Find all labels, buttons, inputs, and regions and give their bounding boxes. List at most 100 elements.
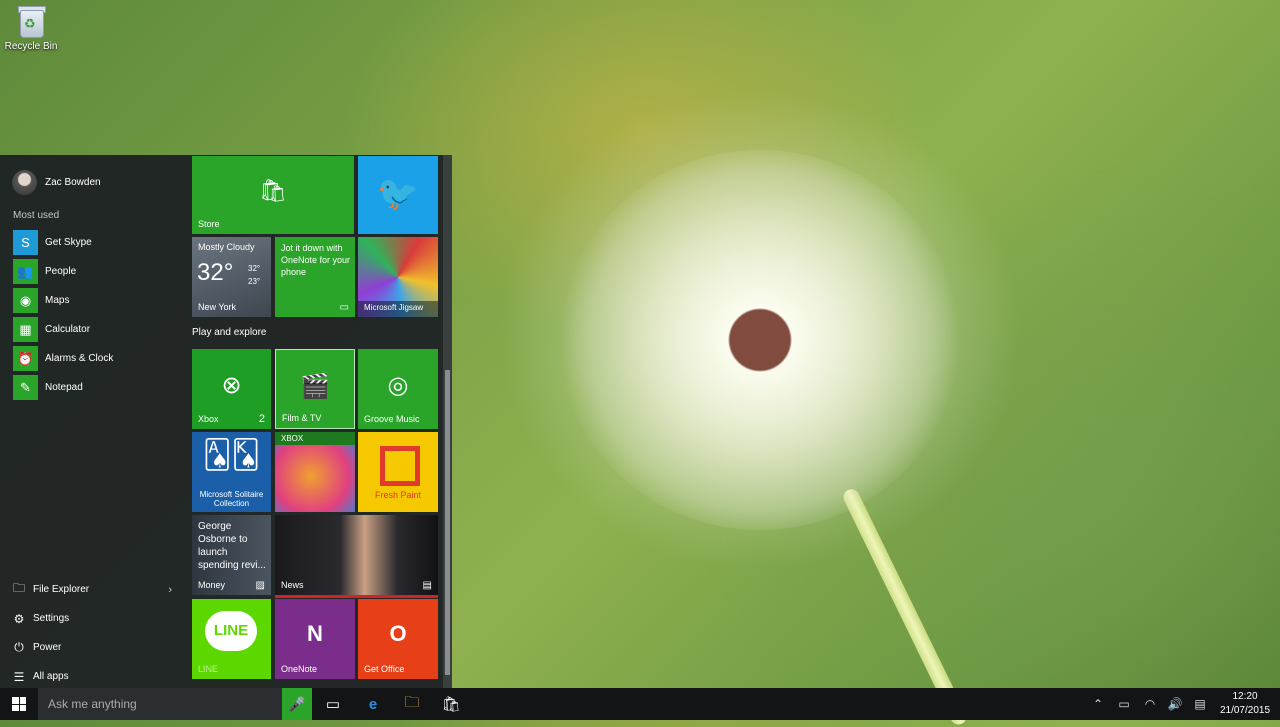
user-account[interactable]: Zac Bowden <box>12 170 101 195</box>
tile-jigsaw[interactable]: Microsoft Jigsaw <box>358 237 438 317</box>
wifi-icon[interactable]: ◠ <box>1137 688 1163 720</box>
file-explorer-label: File Explorer <box>33 584 90 595</box>
task-view-icon[interactable]: ▭ <box>314 688 352 720</box>
tile-onenote[interactable]: N OneNote <box>275 599 355 679</box>
app-label: Alarms & Clock <box>45 353 114 364</box>
app-notepad[interactable]: ✎ Notepad <box>13 373 113 402</box>
clock-date: 21/07/2015 <box>1219 705 1271 716</box>
store-icon[interactable]: 🛍 <box>432 688 470 720</box>
groove-disc-icon: ◎ <box>387 372 409 399</box>
chart-icon: ▨ <box>255 580 265 591</box>
notifications-icon[interactable]: ▤ <box>1187 688 1213 720</box>
store-bag-icon: 🛍 <box>259 178 287 203</box>
all-apps-button[interactable]: ☰ All apps <box>12 662 172 691</box>
tile-store[interactable]: 🛍 Store <box>192 156 354 234</box>
app-label: Notepad <box>45 382 83 393</box>
clock-time: 12:20 <box>1232 691 1258 702</box>
search-placeholder: Ask me anything <box>48 697 137 711</box>
weather-condition: Mostly Cloudy <box>198 242 255 252</box>
alarm-clock-icon: ⏰ <box>13 346 38 371</box>
tile-label: Money <box>198 580 226 590</box>
app-alarms-clock[interactable]: ⏰ Alarms & Clock <box>13 344 113 373</box>
scrollbar-thumb[interactable] <box>445 370 450 675</box>
file-explorer-button[interactable]: 🗀 File Explorer › <box>12 575 172 604</box>
tile-label: Fresh Paint <box>374 490 422 500</box>
tile-weather[interactable]: Mostly Cloudy 32° 32° 23° New York <box>192 237 271 317</box>
tile-label: Groove Music <box>364 414 420 424</box>
file-explorer-icon[interactable]: 🗀 <box>393 688 431 720</box>
tile-news[interactable]: News ▤ <box>275 515 438 598</box>
tile-film-tv[interactable]: 🎬 Film & TV <box>275 349 355 429</box>
tile-game-dragon[interactable]: XBOX <box>275 432 355 512</box>
tile-line[interactable]: LINE LINE <box>192 599 271 679</box>
tile-onenote-promo[interactable]: Jot it down with OneNote for your phone … <box>275 237 355 317</box>
all-apps-label: All apps <box>33 671 69 682</box>
dandelion-head <box>560 150 960 530</box>
settings-label: Settings <box>33 613 70 624</box>
start-button[interactable] <box>0 688 38 720</box>
tile-label: Get Office <box>364 664 405 674</box>
search-box[interactable]: Ask me anything <box>38 688 282 720</box>
recycle-bin-icon[interactable]: ♻ Recycle Bin <box>4 4 58 52</box>
recycle-bin-label: Recycle Bin <box>4 41 58 52</box>
power-label: Power <box>33 642 62 653</box>
tile-label: News <box>281 580 304 590</box>
people-icon: 👥 <box>13 259 38 284</box>
volume-icon[interactable]: 🔊 <box>1162 688 1188 720</box>
tile-twitter[interactable]: 🐦 <box>358 156 438 234</box>
tile-fresh-paint[interactable]: Fresh Paint <box>358 432 438 512</box>
notepad-icon: ✎ <box>13 375 38 400</box>
tile-label: LINE <box>198 664 219 674</box>
start-scrollbar[interactable] <box>443 155 452 688</box>
calculator-icon: ▦ <box>13 317 38 342</box>
weather-low: 23° <box>248 277 261 286</box>
app-people[interactable]: 👥 People <box>13 257 113 286</box>
tile-get-office[interactable]: O Get Office <box>358 599 438 679</box>
group-heading: Play and explore <box>192 327 267 338</box>
tile-label: Film & TV <box>282 413 322 423</box>
chevron-up-icon[interactable]: ⌃ <box>1085 688 1111 720</box>
most-used-heading: Most used <box>13 210 60 221</box>
app-label: Get Skype <box>45 237 92 248</box>
twitter-bird-icon: 🐦 <box>376 175 420 213</box>
battery-icon[interactable]: ▭ <box>1111 688 1137 720</box>
fresh-paint-icon <box>380 446 420 486</box>
system-clock[interactable]: 12:20 21/07/2015 <box>1214 690 1276 718</box>
power-button[interactable]: ⏻ Power <box>12 633 172 662</box>
trash-icon: ♻ <box>16 4 46 38</box>
app-label: Calculator <box>45 324 91 335</box>
microphone-icon[interactable]: 🎤 <box>282 688 312 720</box>
xbox-badge: 2 <box>258 413 265 425</box>
folder-icon: 🗀 <box>12 581 25 595</box>
tile-label: Microsoft Solitaire Collection <box>199 490 264 508</box>
user-name: Zac Bowden <box>45 177 101 188</box>
phone-icon: ▭ <box>339 302 349 313</box>
tile-label: OneNote <box>281 664 318 674</box>
power-icon: ⏻ <box>14 640 24 654</box>
tile-solitaire[interactable]: 🂡🂮 Microsoft Solitaire Collection <box>192 432 271 512</box>
money-headline: George Osborne to launch spending revi..… <box>198 521 266 571</box>
tile-label: Microsoft Jigsaw <box>364 303 424 312</box>
office-icon: O <box>389 621 407 646</box>
tile-label: Xbox <box>198 414 219 424</box>
onenote-icon: N <box>307 621 323 646</box>
maps-icon: ◉ <box>13 288 38 313</box>
list-icon: ☰ <box>13 669 25 684</box>
chevron-right-icon[interactable]: › <box>168 584 172 596</box>
line-logo: LINE <box>205 611 257 651</box>
xbox-icon: ⊗ <box>221 372 242 399</box>
app-calculator[interactable]: ▦ Calculator <box>13 315 113 344</box>
app-get-skype[interactable]: S Get Skype <box>13 228 113 257</box>
tile-xbox[interactable]: ⊗ Xbox 2 <box>192 349 271 429</box>
edge-browser-icon[interactable]: e <box>354 688 392 720</box>
taskbar: Ask me anything 🎤 ▭ e 🗀 🛍 ⌃ ▭ ◠ 🔊 ▤ 12:2… <box>0 688 1280 720</box>
settings-button[interactable]: ⚙ Settings <box>12 604 172 633</box>
tile-groove[interactable]: ◎ Groove Music <box>358 349 438 429</box>
tile-money[interactable]: George Osborne to launch spending revi..… <box>192 515 271 595</box>
clapperboard-icon: 🎬 <box>300 373 330 400</box>
app-label: Maps <box>45 295 70 306</box>
xbox-tag: XBOX <box>281 434 304 443</box>
newspaper-icon: ▤ <box>422 580 432 591</box>
onenote-promo-text: Jot it down with OneNote for your phone <box>281 243 351 277</box>
app-maps[interactable]: ◉ Maps <box>13 286 113 315</box>
